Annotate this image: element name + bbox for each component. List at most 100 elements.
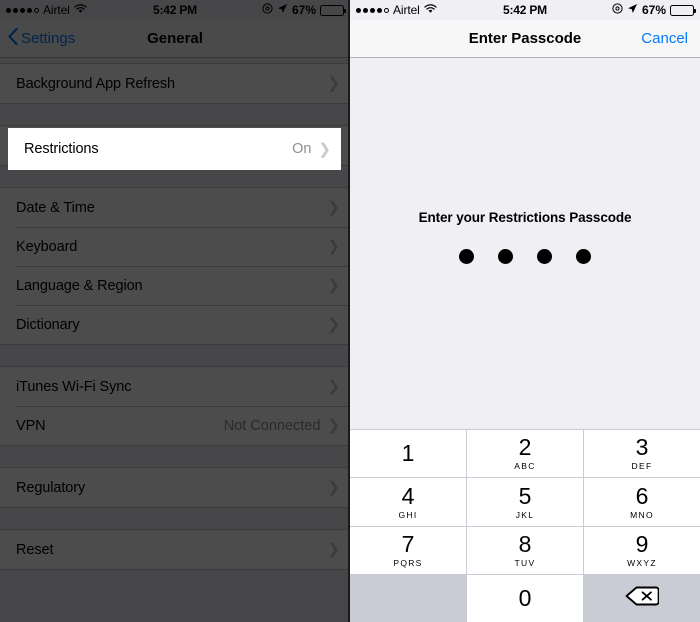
row-accessory: ❯ (327, 317, 340, 332)
signal-dot (363, 7, 368, 13)
row-label: Reset (16, 541, 54, 558)
key-digit: 8 (518, 530, 532, 557)
key-digit: 0 (518, 584, 532, 611)
row-accessory: ❯ (327, 76, 340, 91)
row-label: Keyboard (16, 238, 78, 255)
settings-row-vpn[interactable]: VPN Not Connected ❯ (0, 406, 350, 445)
row-accessory: ❯ (327, 278, 340, 293)
signal-dot (370, 7, 375, 13)
settings-content: Airtel 5:42 PM 67% Settings General Back… (0, 0, 350, 622)
keypad-key-1[interactable]: 1 (350, 430, 466, 478)
row-accessory: ❯ (327, 200, 340, 215)
settings-row-regulatory[interactable]: Regulatory ❯ (0, 468, 350, 507)
status-bar-carrier-group: Airtel (6, 3, 87, 17)
chevron-right-icon: ❯ (327, 417, 340, 434)
settings-row-dictionary[interactable]: Dictionary ❯ (0, 305, 350, 344)
row-accessory: ❯ (327, 239, 340, 254)
settings-row-background-app-refresh[interactable]: Background App Refresh ❯ (0, 64, 350, 103)
settings-row-date-time[interactable]: Date & Time ❯ (0, 188, 350, 227)
status-bar-indicators: 67% (612, 3, 696, 17)
highlighted-restrictions-row[interactable]: Restrictions On ❯ (8, 128, 341, 170)
chevron-right-icon: ❯ (327, 378, 340, 395)
key-letters: PQRS (393, 557, 423, 568)
dual-screenshot: Airtel 5:42 PM 67% Settings General Back… (0, 0, 700, 622)
keypad-key-5[interactable]: 5 JKL (467, 478, 583, 526)
passcode-body: Enter your Restrictions Passcode (350, 58, 700, 429)
battery-icon (320, 4, 346, 16)
row-label: Date & Time (16, 199, 95, 216)
chevron-right-icon: ❯ (327, 199, 340, 216)
location-arrow-icon (277, 3, 288, 17)
key-digit: 9 (635, 530, 649, 557)
back-button-label: Settings (21, 30, 76, 47)
chevron-right-icon: ❯ (318, 140, 331, 158)
settings-row-reset[interactable]: Reset ❯ (0, 530, 350, 569)
key-letters: JKL (515, 509, 535, 520)
keypad-key-0[interactable]: 0 (467, 574, 583, 622)
keypad-key-8[interactable]: 8 TUV (467, 526, 583, 574)
signal-dot (356, 7, 361, 13)
signal-dot-empty (384, 7, 389, 13)
settings-group: Regulatory ❯ (0, 467, 350, 508)
list-gap (0, 508, 350, 529)
keypad-key-3[interactable]: 3 DEF (584, 430, 700, 478)
chevron-right-icon: ❯ (327, 277, 340, 294)
signal-dot (27, 7, 32, 13)
row-label: iTunes Wi-Fi Sync (16, 378, 132, 395)
settings-row-keyboard[interactable]: Keyboard ❯ (0, 227, 350, 266)
signal-dot (13, 7, 18, 13)
row-value: Not Connected (223, 417, 321, 434)
passcode-dot-filled (576, 249, 591, 264)
settings-row-language-region[interactable]: Language & Region ❯ (0, 266, 350, 305)
passcode-dot-filled (537, 249, 552, 264)
passcode-dot-filled (498, 249, 513, 264)
key-letters: DEF (631, 461, 653, 472)
signal-strength-dots (6, 7, 39, 13)
keypad-key-4[interactable]: 4 GHI (350, 478, 466, 526)
row-accessory: ❯ (327, 542, 340, 557)
cancel-button[interactable]: Cancel (641, 30, 688, 47)
keypad-key-6[interactable]: 6 MNO (584, 478, 700, 526)
numeric-keypad: 1 2 ABC 3 DEF 4 GHI 5 JKL 6 MNO 7 PQRS 8… (350, 429, 700, 622)
row-label: Regulatory (16, 479, 86, 496)
list-gap (0, 104, 350, 125)
backspace-icon (625, 584, 660, 613)
alarm-clock-icon (262, 3, 273, 17)
enter-passcode-panel: Airtel 5:42 PM 67% Enter Passcode Cancel… (350, 0, 700, 622)
key-letters: TUV (514, 557, 536, 568)
keypad-key-delete[interactable] (584, 574, 700, 622)
passcode-prompt: Enter your Restrictions Passcode (418, 210, 632, 225)
key-digit: 2 (518, 434, 532, 461)
row-label: VPN (16, 417, 46, 434)
signal-dot (20, 7, 25, 13)
battery-percent-label: 67% (291, 3, 316, 17)
settings-row-itunes-wifi-sync[interactable]: iTunes Wi-Fi Sync ❯ (0, 367, 350, 406)
chevron-right-icon: ❯ (327, 75, 340, 92)
signal-dot (6, 7, 11, 13)
carrier-name: Airtel (43, 3, 70, 17)
chevron-right-icon: ❯ (327, 238, 340, 255)
carrier-name: Airtel (393, 3, 420, 17)
row-label: Language & Region (16, 277, 143, 294)
keypad-key-9[interactable]: 9 WXYZ (584, 526, 700, 574)
status-bar-right: Airtel 5:42 PM 67% (350, 0, 700, 20)
navigation-bar-right: Enter Passcode Cancel (350, 20, 700, 58)
row-accessory: Not Connected ❯ (224, 418, 340, 434)
key-digit: 5 (518, 482, 532, 509)
row-value: On (292, 141, 312, 157)
chevron-left-icon (8, 27, 18, 49)
keypad-key-7[interactable]: 7 PQRS (350, 526, 466, 574)
key-digit: 1 (401, 440, 415, 467)
settings-group: Background App Refresh ❯ (0, 63, 350, 104)
battery-icon (670, 4, 696, 16)
wifi-icon (74, 3, 87, 17)
signal-strength-dots (356, 7, 389, 13)
alarm-clock-icon (612, 3, 623, 17)
key-digit: 6 (635, 482, 649, 509)
list-gap (0, 446, 350, 467)
key-letters: ABC (514, 461, 536, 472)
back-to-settings-button[interactable]: Settings (8, 27, 76, 49)
key-digit: 7 (401, 530, 415, 557)
key-digit: 3 (635, 434, 649, 461)
keypad-key-2[interactable]: 2 ABC (467, 430, 583, 478)
